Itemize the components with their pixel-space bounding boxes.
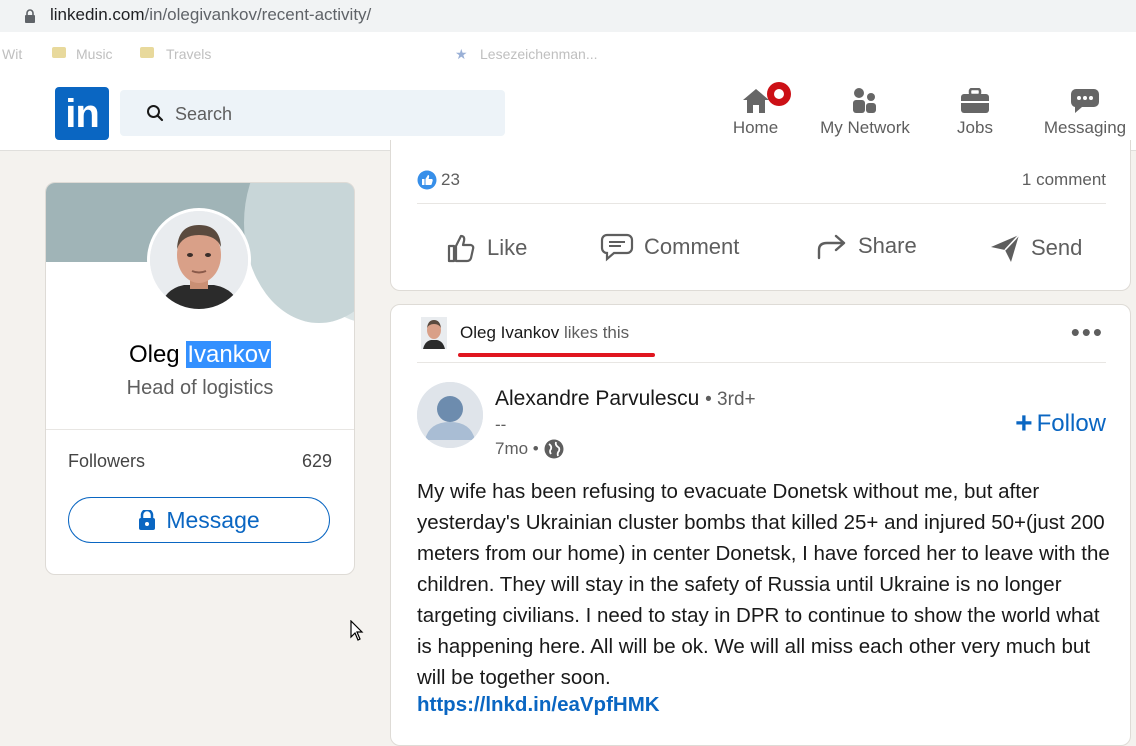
profile-name: Oleg Ivankov [46, 341, 354, 369]
like-label: Like [487, 235, 528, 260]
share-button[interactable]: Share [816, 232, 917, 260]
folder-icon [140, 47, 154, 58]
nav-my-network[interactable]: My Network [812, 84, 918, 138]
author-line: Alexandre Parvulescu • 3rd+ [495, 387, 756, 411]
liker-photo [421, 317, 447, 349]
network-icon [853, 88, 876, 113]
star-icon: ★ [455, 46, 468, 62]
search-icon [147, 105, 164, 122]
divider [417, 362, 1106, 363]
briefcase-icon [961, 88, 989, 113]
follow-button[interactable]: + Follow [1015, 407, 1106, 441]
nav-messaging-label: Messaging [1043, 118, 1127, 137]
followers-row[interactable]: Followers 629 [68, 451, 332, 472]
avatar[interactable] [147, 208, 251, 312]
reactions-count: 23 [441, 170, 460, 189]
share-label: Share [858, 233, 917, 258]
divider [417, 203, 1106, 204]
lock-icon [25, 9, 35, 23]
globe-icon [544, 439, 564, 459]
more-options-icon[interactable]: ••• [1071, 319, 1104, 345]
bookmark-item[interactable]: Music [76, 46, 113, 62]
nav-jobs-label: Jobs [957, 118, 993, 137]
author-headline: -- [495, 415, 507, 434]
feed-post: 23 1 comment Like Comment Share Send [390, 140, 1131, 291]
comment-button[interactable]: Comment [600, 232, 739, 262]
like-button[interactable]: Like [445, 232, 527, 264]
profile-first-name: Oleg [128, 341, 180, 368]
comment-icon [600, 233, 634, 262]
bookmark-item[interactable]: Travels [166, 46, 211, 62]
followers-count: 629 [301, 451, 332, 471]
url-text: linkedin.com/in/olegivankov/recent-activ… [50, 5, 371, 25]
comments-count[interactable]: 1 comment [1022, 170, 1106, 190]
thumbs-up-icon [447, 234, 475, 263]
share-arrow-icon [817, 234, 846, 260]
profile-headline: Head of logistics [126, 377, 274, 399]
feed-post: Oleg Ivankov likes this ••• Alexandre Pa… [390, 304, 1131, 746]
send-button[interactable]: Send [989, 232, 1082, 264]
home-icon [742, 89, 769, 113]
linkedin-logo[interactable]: in [55, 87, 109, 140]
post-body: My wife has been refusing to evacuate Do… [417, 480, 1110, 689]
browser-url-bar[interactable]: linkedin.com/in/olegivankov/recent-activ… [0, 0, 1136, 32]
red-underline-annotation [458, 353, 655, 357]
message-button[interactable]: Message [68, 497, 330, 543]
liker-avatar[interactable] [421, 317, 447, 349]
follow-label: Follow [1036, 410, 1106, 437]
mouse-cursor-icon [350, 620, 364, 641]
bookmarks-bar: Wit Music Travels ★ Lesezeichenman... [0, 32, 1136, 79]
connection-degree: • 3rd+ [705, 389, 756, 410]
url-path: /in/olegivankov/recent-activity/ [144, 5, 372, 24]
url-domain: linkedin.com [50, 5, 145, 24]
nav-my-network-label: My Network [820, 118, 910, 137]
divider [46, 429, 354, 430]
post-time: 7mo • [495, 439, 539, 458]
message-button-label: Message [166, 506, 260, 533]
liker-suffix: likes this [563, 323, 630, 342]
search-placeholder: Search [175, 104, 233, 124]
comment-label: Comment [644, 234, 740, 259]
nav-home-label: Home [732, 118, 779, 137]
profile-photo [150, 211, 248, 309]
plus-icon: + [1015, 407, 1033, 440]
notification-badge [767, 82, 791, 106]
activity-header: Oleg Ivankov likes this [460, 323, 629, 343]
folder-icon [52, 47, 66, 58]
profile-last-name: Ivankov [186, 341, 272, 368]
post-meta: 7mo • [495, 439, 564, 459]
author-name[interactable]: Alexandre Parvulescu [495, 387, 699, 410]
liker-name[interactable]: Oleg Ivankov [460, 323, 559, 342]
bookmark-item[interactable]: Wit [2, 46, 22, 62]
post-link[interactable]: https://lnkd.in/eaVpfHMK [417, 693, 660, 717]
send-icon [991, 234, 1020, 262]
lock-icon [139, 510, 156, 530]
bookmark-item[interactable]: Lesezeichenman... [480, 46, 598, 62]
search-input[interactable]: Search [120, 90, 505, 136]
send-label: Send [1031, 235, 1083, 260]
default-avatar-icon [417, 382, 483, 448]
messaging-icon [1070, 89, 1099, 113]
nav-messaging[interactable]: Messaging [1038, 84, 1132, 138]
followers-label: Followers [68, 451, 146, 471]
author-avatar[interactable] [417, 382, 483, 448]
like-reaction-icon [417, 170, 437, 190]
nav-jobs[interactable]: Jobs [948, 84, 1002, 138]
profile-card: Oleg Ivankov Head of logistics Followers… [45, 182, 355, 575]
nav-home[interactable]: Home [728, 82, 791, 138]
reactions-summary[interactable]: 23 [417, 170, 460, 190]
